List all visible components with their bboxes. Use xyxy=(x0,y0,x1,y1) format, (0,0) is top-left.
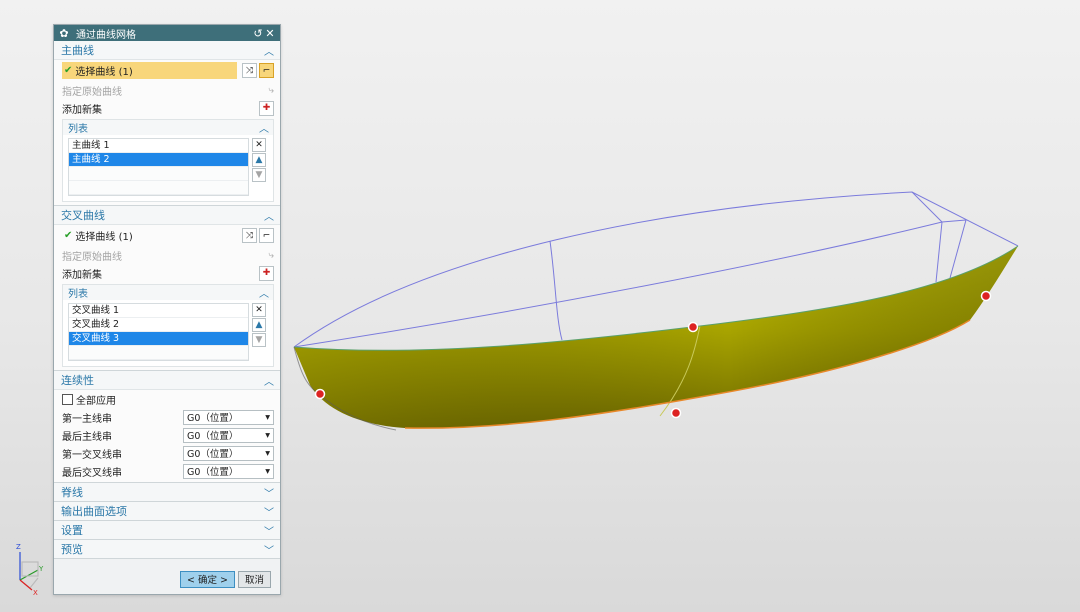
origin-curve-icon[interactable]: ⤷ xyxy=(268,85,274,96)
primary-curves-section: 主曲线 ︿ ✔ 选择曲线 (1) ⤨ ⌐ 指定原始曲线 ⤷ 添加新集 ✚ 列表 … xyxy=(54,41,280,206)
continuity-dropdown[interactable]: G0（位置） ▾ xyxy=(183,445,274,461)
remove-icon[interactable]: ✕ xyxy=(252,138,266,152)
chevron-up-icon[interactable]: ︿ xyxy=(264,208,274,223)
section-title: 输出曲面选项 xyxy=(61,505,127,518)
primary-list-panel: 列表 ︿ 主曲线 1 主曲线 2 ✕ ▲ ▼ xyxy=(62,119,274,202)
curve-mesh-dialog: ✿ 通过曲线网格 ↺ ✕ 主曲线 ︿ ✔ 选择曲线 (1) ⤨ ⌐ 指定原始曲线… xyxy=(53,24,281,595)
specify-origin-curve-label: 指定原始曲线 xyxy=(62,251,122,263)
move-up-icon[interactable]: ▲ xyxy=(252,153,266,167)
check-icon: ✔ xyxy=(64,230,73,241)
chevron-up-icon[interactable]: ︿ xyxy=(264,373,274,388)
primary-list-header[interactable]: 列表 ︿ xyxy=(63,120,273,135)
list-item[interactable]: 主曲线 1 xyxy=(69,139,248,153)
continuity-label: 第一主线串 xyxy=(62,413,112,425)
section-title: 预览 xyxy=(61,543,83,556)
add-set-icon[interactable]: ✚ xyxy=(259,100,274,116)
continuity-header[interactable]: 连续性 ︿ xyxy=(54,371,280,390)
cross-list-panel: 列表 ︿ 交叉曲线 1 交叉曲线 2 交叉曲线 3 ✕ ▲ ▼ xyxy=(62,284,274,367)
preview-section-header[interactable]: 预览 ﹀ xyxy=(54,540,280,559)
curve-rule-icon[interactable]: ⌐ xyxy=(259,63,274,78)
section-title: 设置 xyxy=(61,524,83,537)
chevron-up-icon[interactable]: ︿ xyxy=(259,285,269,300)
origin-curve-icon[interactable]: ⤷ xyxy=(268,250,274,261)
add-new-set-label: 添加新集 xyxy=(62,269,102,281)
continuity-label: 最后主线串 xyxy=(62,431,112,443)
move-up-icon[interactable]: ▲ xyxy=(252,318,266,332)
ok-button[interactable]: < 确定 > xyxy=(180,570,235,588)
cross-list-header[interactable]: 列表 ︿ xyxy=(63,285,273,300)
apply-all-row[interactable]: 全部应用 xyxy=(54,390,280,408)
settings-section-header[interactable]: 设置 ﹀ xyxy=(54,521,280,540)
spine-section-header[interactable]: 脊线 ﹀ xyxy=(54,483,280,502)
primary-curves-header[interactable]: 主曲线 ︿ xyxy=(54,41,280,60)
reverse-direction-icon[interactable]: ⤨ xyxy=(242,63,257,78)
close-icon[interactable]: ✕ xyxy=(264,27,276,40)
section-title: 交叉曲线 xyxy=(61,209,105,222)
x-axis-label: X xyxy=(33,589,38,596)
cross-select-curve[interactable]: ✔ 选择曲线 (1) xyxy=(62,227,240,244)
chevron-down-icon[interactable]: ﹀ xyxy=(264,504,274,519)
chevron-down-icon[interactable]: ﹀ xyxy=(264,523,274,538)
section-title: 脊线 xyxy=(61,486,83,499)
list-item[interactable]: 交叉曲线 2 xyxy=(69,318,248,332)
output-surface-options-header[interactable]: 输出曲面选项 ﹀ xyxy=(54,502,280,521)
dialog-titlebar[interactable]: ✿ 通过曲线网格 ↺ ✕ xyxy=(54,25,280,41)
cross-curve-list[interactable]: 交叉曲线 1 交叉曲线 2 交叉曲线 3 xyxy=(68,303,249,361)
move-down-icon[interactable]: ▼ xyxy=(252,333,266,347)
list-title: 列表 xyxy=(68,124,88,135)
continuity-dropdown[interactable]: G0（位置） ▾ xyxy=(183,427,274,443)
continuity-label: 第一交叉线串 xyxy=(62,449,122,461)
add-set-icon[interactable]: ✚ xyxy=(259,265,274,281)
chevron-up-icon[interactable]: ︿ xyxy=(259,120,269,135)
coordinate-triad-icon: Z Y X xyxy=(16,543,44,596)
continuity-label: 最后交叉线串 xyxy=(62,467,122,479)
cancel-button[interactable]: 取消 xyxy=(237,570,271,588)
y-axis-label: Y xyxy=(38,565,44,573)
list-item-empty xyxy=(69,346,248,360)
dropdown-arrow-icon: ▾ xyxy=(265,411,270,423)
gear-icon[interactable]: ✿ xyxy=(58,27,70,40)
check-icon: ✔ xyxy=(64,65,73,76)
list-item[interactable]: 交叉曲线 3 xyxy=(69,332,248,346)
chevron-up-icon[interactable]: ︿ xyxy=(264,43,274,58)
dropdown-value: G0（位置） xyxy=(187,449,239,460)
section-title: 连续性 xyxy=(61,374,94,387)
select-curve-label: 选择曲线 (1) xyxy=(75,67,133,78)
cross-curves-header[interactable]: 交叉曲线 ︿ xyxy=(54,206,280,225)
hull-surface[interactable] xyxy=(293,245,1019,431)
apply-all-label: 全部应用 xyxy=(76,395,116,407)
section-title: 主曲线 xyxy=(61,44,94,57)
dialog-footer: < 确定 > 取消 xyxy=(54,564,280,594)
list-item[interactable]: 交叉曲线 1 xyxy=(69,304,248,318)
cross-curves-section: 交叉曲线 ︿ ✔ 选择曲线 (1) ⤨ ⌐ 指定原始曲线 ⤷ 添加新集 ✚ 列表… xyxy=(54,206,280,371)
primary-select-curve[interactable]: ✔ 选择曲线 (1) xyxy=(62,62,237,79)
z-axis-label: Z xyxy=(16,543,21,551)
add-new-set-label: 添加新集 xyxy=(62,104,102,116)
apply-all-checkbox[interactable] xyxy=(62,393,73,405)
curve-rule-icon[interactable]: ⌐ xyxy=(259,228,274,243)
reverse-direction-icon[interactable]: ⤨ xyxy=(242,228,257,243)
continuity-section: 连续性 ︿ 全部应用 第一主线串 G0（位置） ▾ 最后主线串 G0（位置） ▾… xyxy=(54,371,280,483)
remove-icon[interactable]: ✕ xyxy=(252,303,266,317)
list-title: 列表 xyxy=(68,289,88,300)
move-down-icon[interactable]: ▼ xyxy=(252,168,266,182)
specify-origin-curve-label: 指定原始曲线 xyxy=(62,86,122,98)
continuity-dropdown[interactable]: G0（位置） ▾ xyxy=(183,463,274,479)
primary-curve-list[interactable]: 主曲线 1 主曲线 2 xyxy=(68,138,249,196)
list-item-empty xyxy=(69,167,248,181)
select-curve-label: 选择曲线 (1) xyxy=(75,232,133,243)
dialog-title: 通过曲线网格 xyxy=(76,29,136,41)
dropdown-value: G0（位置） xyxy=(187,413,239,424)
dropdown-value: G0（位置） xyxy=(187,431,239,442)
list-item[interactable]: 主曲线 2 xyxy=(69,153,248,167)
dropdown-value: G0（位置） xyxy=(187,467,239,478)
reset-icon[interactable]: ↺ xyxy=(252,27,264,40)
dropdown-arrow-icon: ▾ xyxy=(265,465,270,477)
dropdown-arrow-icon: ▾ xyxy=(265,447,270,459)
list-item-empty xyxy=(69,181,248,195)
continuity-dropdown[interactable]: G0（位置） ▾ xyxy=(183,409,274,425)
chevron-down-icon[interactable]: ﹀ xyxy=(264,485,274,500)
dropdown-arrow-icon: ▾ xyxy=(265,429,270,441)
chevron-down-icon[interactable]: ﹀ xyxy=(264,542,274,557)
